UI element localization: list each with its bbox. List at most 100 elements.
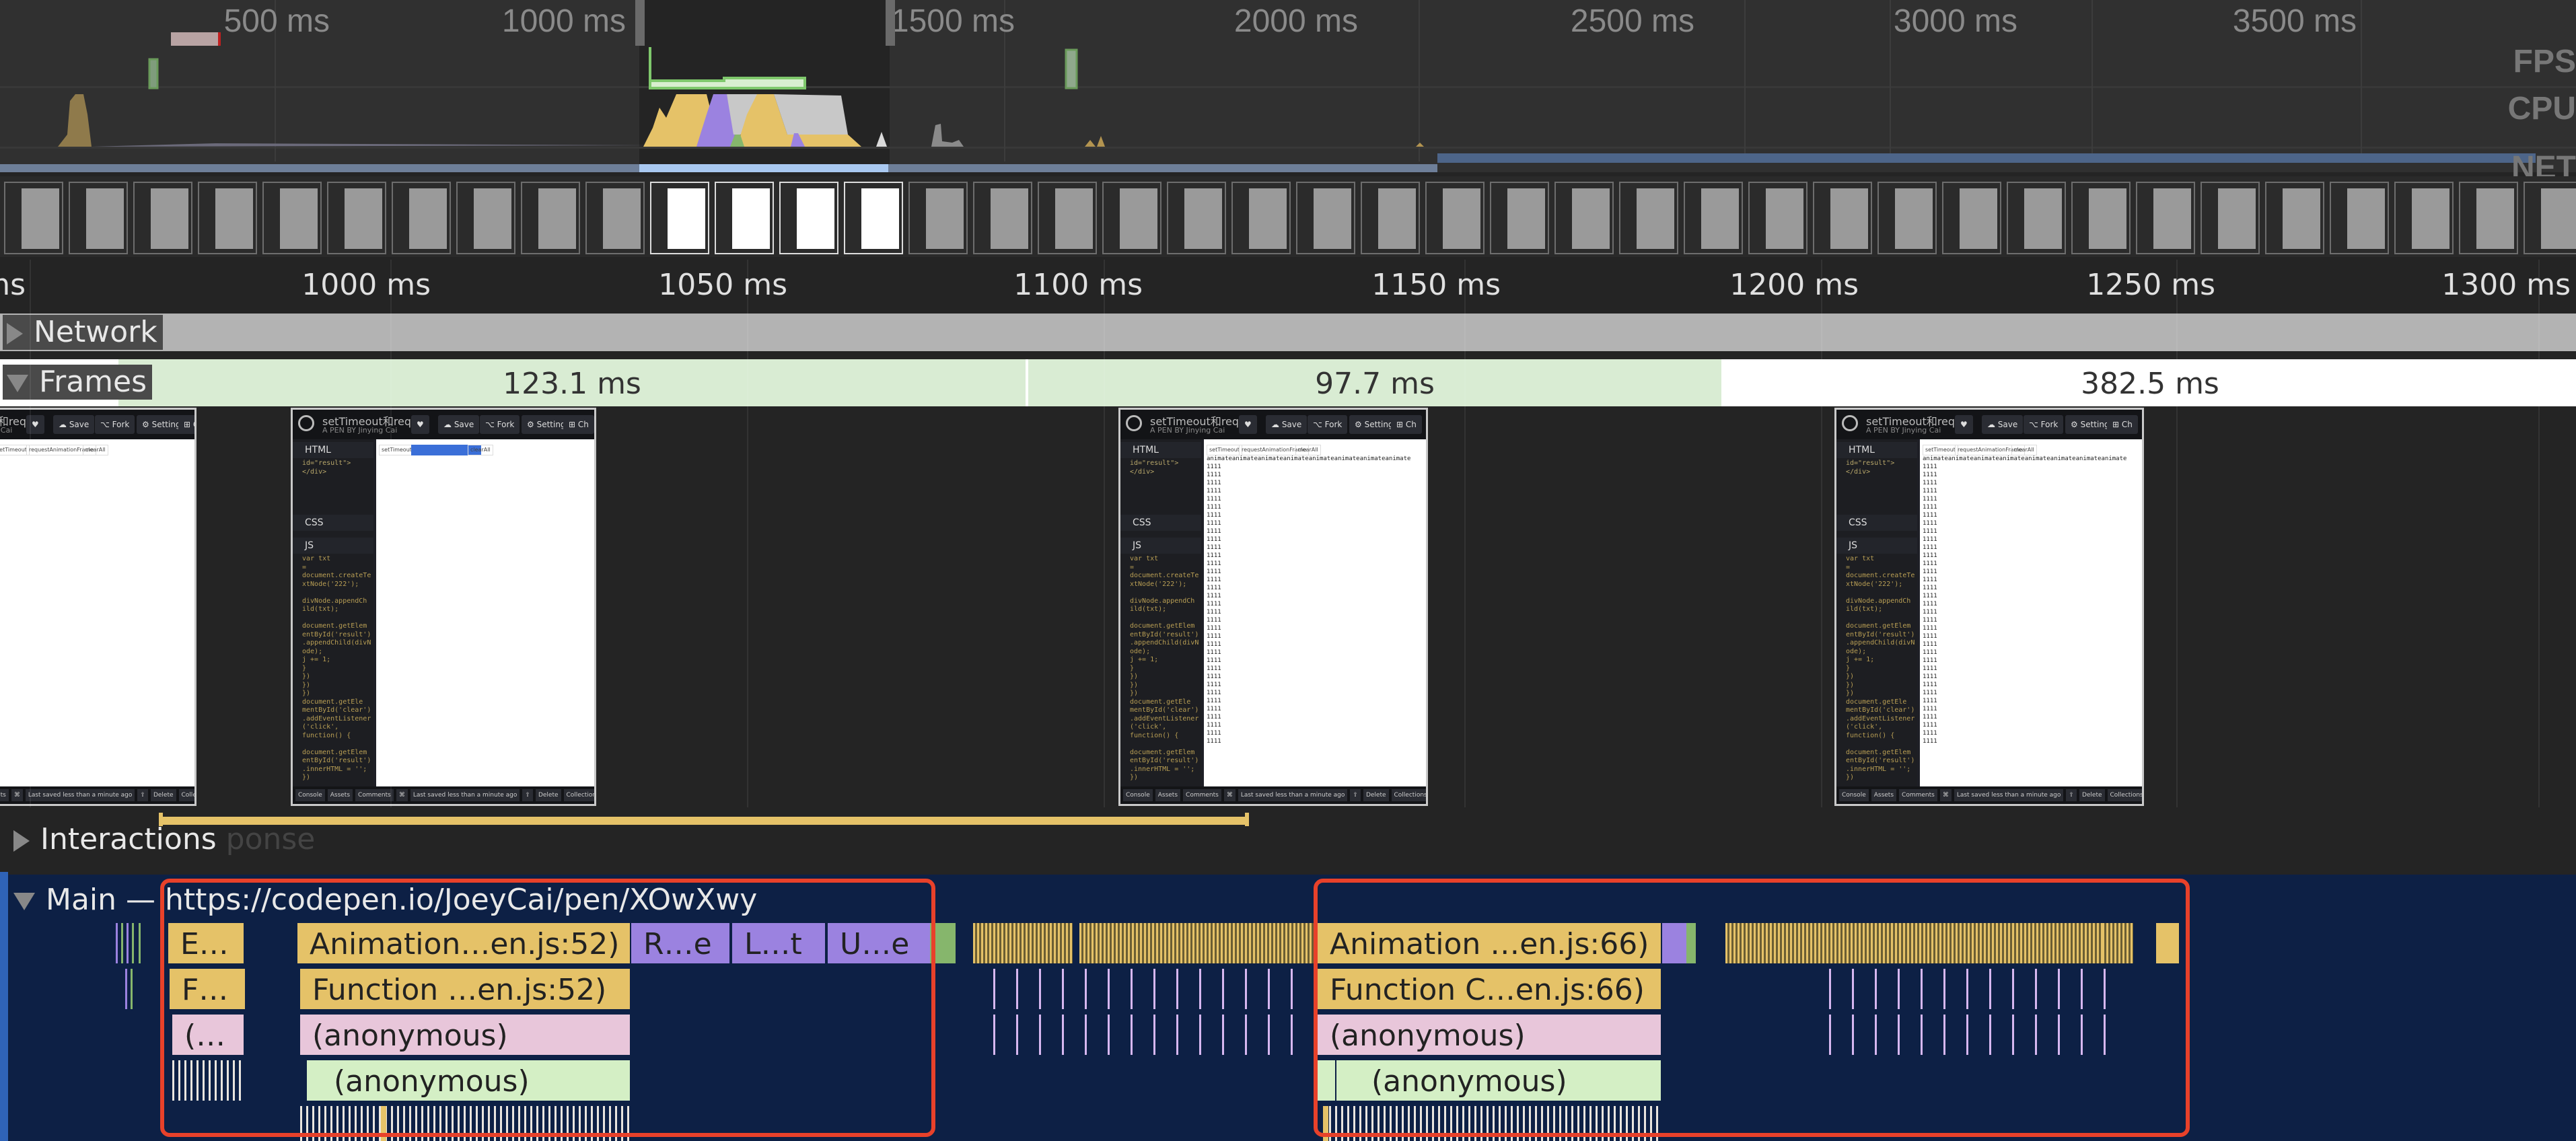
pen-preview: setTimeout requestAnimationFrame clearAll a… xyxy=(1920,439,2142,786)
filmstrip-thumbnail[interactable] xyxy=(521,182,580,254)
filmstrip-thumbnail[interactable] xyxy=(779,182,838,254)
js-code-line: .innerHTML = ''; xyxy=(302,765,367,773)
thumbnail-preview-pane xyxy=(603,188,641,249)
filmstrip-thumbnail[interactable] xyxy=(2394,182,2454,254)
frame-segment[interactable]: 382.5 ms xyxy=(1724,359,2576,406)
frame-screenshot[interactable]: setTimeout和req...A PEN BY Jinying Cai♥☁ … xyxy=(1834,408,2144,806)
flame-event-batch[interactable] xyxy=(1079,923,1315,963)
frame-screenshot[interactable]: setTimeout和req...A PEN BY Jinying Cai♥☁ … xyxy=(1118,408,1428,806)
footer-item: Collections xyxy=(1391,789,1426,801)
preview-output-line: 1111 xyxy=(1923,625,1937,632)
codepen-toolbar-button: ☁ Save xyxy=(53,415,95,434)
js-code-line: j += 1; xyxy=(302,656,331,663)
filmstrip-thumbnail[interactable] xyxy=(908,182,968,254)
preview-output-line: 1111 xyxy=(1923,593,1937,599)
filmstrip-thumbnail[interactable] xyxy=(1684,182,1743,254)
preview-output-line: 1111 xyxy=(1207,641,1221,648)
filmstrip-thumbnail[interactable] xyxy=(4,182,63,254)
filmstrip-thumbnail[interactable] xyxy=(1231,182,1291,254)
filmstrip-thumbnail[interactable] xyxy=(1813,182,1872,254)
js-code-line: ode); xyxy=(302,647,323,655)
main-track-selected-edge xyxy=(0,872,8,1141)
flame-event-sliver[interactable] xyxy=(139,923,141,963)
thumbnail-preview-pane xyxy=(2412,188,2449,249)
cpu-other-area xyxy=(876,132,887,147)
footer-item: Last saved less than a minute ago xyxy=(1954,789,2064,801)
filmstrip-thumbnail[interactable] xyxy=(1361,182,1420,254)
frames-track-label: Frames xyxy=(39,365,147,399)
filmstrip-thumbnail[interactable] xyxy=(1490,182,1549,254)
flame-event-sliver[interactable] xyxy=(121,923,123,963)
filmstrip-thumbnail[interactable] xyxy=(2524,182,2576,254)
flame-event-children[interactable] xyxy=(981,969,1318,1009)
filmstrip-thumbnail[interactable] xyxy=(198,182,257,254)
html-code-line: id="result"> xyxy=(302,459,351,467)
filmstrip-thumbnail[interactable] xyxy=(2265,182,2324,254)
footer-item: Delete xyxy=(2079,789,2105,801)
html-code-line: id="result"> xyxy=(1846,459,1895,467)
filmstrip-thumbnail[interactable] xyxy=(1102,182,1161,254)
filmstrip-thumbnail[interactable] xyxy=(1619,182,1678,254)
filmstrip-thumbnail[interactable] xyxy=(392,182,451,254)
preview-output-line: 1111 xyxy=(1923,649,1937,656)
flame-event-sliver[interactable] xyxy=(125,969,127,1009)
js-code-line: ild(txt); xyxy=(302,605,339,613)
filmstrip-thumbnail[interactable] xyxy=(1296,182,1355,254)
interactions-track-header[interactable]: Interactions ponse xyxy=(13,822,315,856)
filmstrip-thumbnail[interactable] xyxy=(973,182,1032,254)
flame-event-sliver[interactable] xyxy=(131,969,133,1009)
interactions-ghost-text: ponse xyxy=(225,822,316,856)
filmstrip-thumbnail[interactable] xyxy=(2071,182,2131,254)
filmstrip-thumbnail[interactable] xyxy=(456,182,515,254)
preview-output-line: 1111 xyxy=(1207,673,1221,680)
frame-screenshot[interactable]: setTimeout和req...A PEN BY Jinying Cai♥☁ … xyxy=(291,408,596,806)
filmstrip-thumbnail[interactable] xyxy=(1038,182,1097,254)
interactions-track-label: Interactions xyxy=(40,822,217,856)
preview-output-line: 1111 xyxy=(1923,722,1937,729)
filmstrip-thumbnail[interactable] xyxy=(2459,182,2518,254)
js-code-line: function() { xyxy=(1846,731,1895,739)
flame-event-sliver[interactable] xyxy=(132,923,134,963)
html-code-line: id="result"> xyxy=(1130,459,1179,467)
filmstrip-thumbnail[interactable] xyxy=(327,182,386,254)
preview-output-line: 1111 xyxy=(1923,552,1937,559)
filmstrip-thumbnail[interactable] xyxy=(2201,182,2260,254)
filmstrip-thumbnail[interactable] xyxy=(1877,182,1937,254)
preview-output-line: 1111 xyxy=(1923,568,1937,575)
preview-output-line: 1111 xyxy=(1207,560,1221,567)
filmstrip-thumbnail[interactable] xyxy=(585,182,645,254)
frame-segment[interactable]: 123.1 ms xyxy=(118,359,1028,406)
filmstrip-thumbnail[interactable] xyxy=(1167,182,1226,254)
filmstrip-thumbnail[interactable] xyxy=(2330,182,2389,254)
frames-track-header[interactable]: Frames xyxy=(3,365,153,400)
filmstrip-thumbnail[interactable] xyxy=(1748,182,1808,254)
js-code-line: entById('result') xyxy=(1846,757,1915,764)
filmstrip-thumbnail[interactable] xyxy=(715,182,774,254)
flame-event-sliver[interactable] xyxy=(116,923,118,963)
filmstrip-thumbnail[interactable] xyxy=(2136,182,2195,254)
frame-segment[interactable]: 97.7 ms xyxy=(1028,359,1724,406)
filmstrip-thumbnail[interactable] xyxy=(69,182,128,254)
filmstrip-thumbnail[interactable] xyxy=(650,182,709,254)
filmstrip-thumbnail[interactable] xyxy=(1425,182,1484,254)
network-track-header[interactable]: Network xyxy=(3,315,163,350)
filmstrip-thumbnail[interactable] xyxy=(133,182,192,254)
preview-output-line: 1111 xyxy=(1923,665,1937,672)
filmstrip-thumbnail[interactable] xyxy=(1942,182,2001,254)
network-track[interactable] xyxy=(0,314,2576,351)
js-code-line: }) xyxy=(302,681,311,689)
js-code-line: }) xyxy=(302,673,311,680)
preview-output-line: 1111 xyxy=(1207,504,1221,511)
flame-event-sliver[interactable] xyxy=(127,923,129,963)
flame-event-batch[interactable] xyxy=(973,923,1073,963)
filmstrip-thumbnail[interactable] xyxy=(1554,182,1614,254)
flame-event-children[interactable] xyxy=(981,1015,1318,1055)
footer-item: ⌘ xyxy=(1939,789,1952,801)
filmstrip-thumbnail[interactable] xyxy=(2007,182,2066,254)
interaction-response-bar[interactable] xyxy=(159,817,1249,825)
footer-item: Delete xyxy=(1363,789,1389,801)
preview-output-line: 1111 xyxy=(1923,504,1937,511)
js-code-line: .addEventListener xyxy=(1130,714,1199,723)
filmstrip-thumbnail[interactable] xyxy=(262,182,322,254)
filmstrip-thumbnail[interactable] xyxy=(844,182,903,254)
